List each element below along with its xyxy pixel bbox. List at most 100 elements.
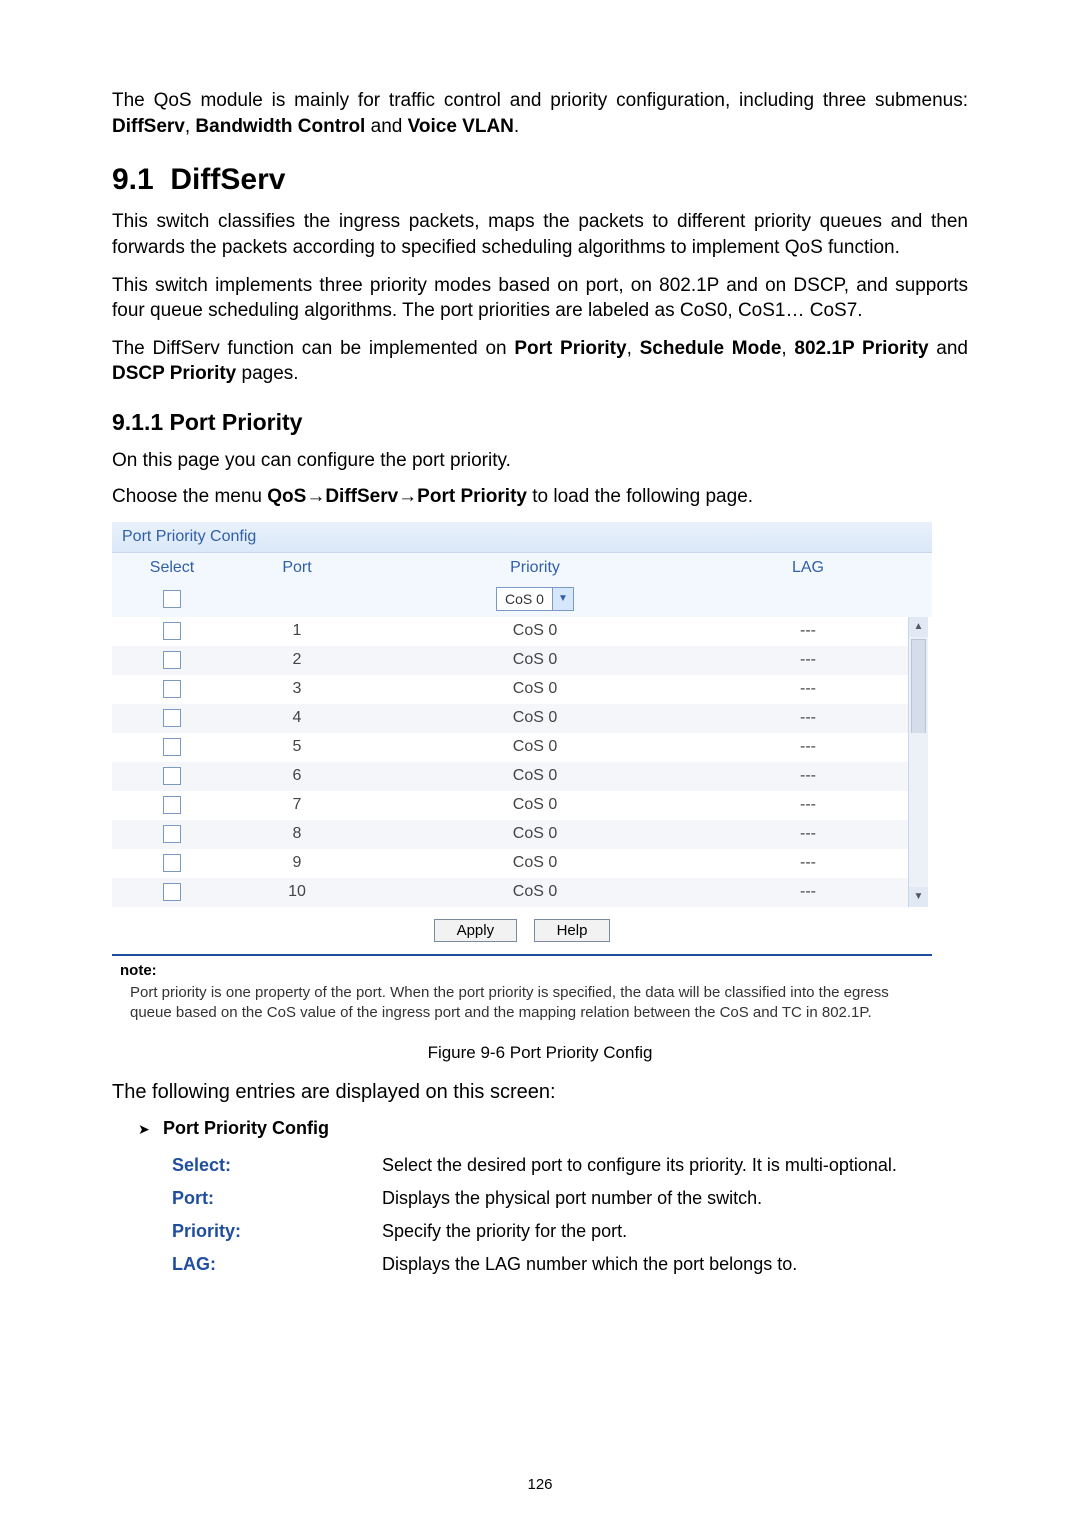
list-arrow-icon: ➤ — [138, 1121, 158, 1138]
diffserv-para-3: The DiffServ function can be implemented… — [112, 336, 968, 387]
legend-row: Priority:Specify the priority for the po… — [172, 1215, 907, 1248]
table-row: 9CoS 0--- — [112, 849, 932, 878]
cell-port: 2 — [232, 646, 362, 675]
cell-priority: CoS 0 — [362, 849, 708, 878]
text: to load the following page. — [532, 486, 753, 507]
submenu-voice-vlan: Voice VLAN — [408, 116, 514, 137]
row-select-checkbox[interactable] — [163, 622, 181, 640]
chevron-down-icon[interactable]: ▼ — [552, 588, 573, 610]
section-9-1-heading: 9.1 DiffServ — [112, 163, 968, 197]
subsection-number: 9.1.1 — [112, 409, 163, 435]
table-row: 6CoS 0--- — [112, 762, 932, 791]
cell-port: 10 — [232, 878, 362, 907]
row-select-checkbox[interactable] — [163, 738, 181, 756]
cell-priority: CoS 0 — [362, 762, 708, 791]
cell-priority: CoS 0 — [362, 878, 708, 907]
text: Choose the menu — [112, 486, 267, 507]
sep: and — [365, 116, 407, 137]
cell-port: 3 — [232, 675, 362, 704]
row-select-checkbox[interactable] — [163, 825, 181, 843]
page-number: 126 — [0, 1476, 1080, 1493]
row-select-checkbox[interactable] — [163, 680, 181, 698]
master-row: CoS 0 ▼ — [112, 583, 932, 617]
cell-port: 1 — [232, 617, 362, 646]
cell-lag: --- — [708, 617, 908, 646]
scroll-up-icon[interactable]: ▲ — [909, 617, 928, 637]
priority-select[interactable]: CoS 0 ▼ — [496, 587, 574, 611]
legend-desc: Specify the priority for the port. — [382, 1215, 907, 1248]
row-select-checkbox[interactable] — [163, 854, 181, 872]
scrollbar-upper[interactable]: ▲ — [908, 617, 932, 733]
table-row: 4CoS 0--- — [112, 704, 932, 733]
cell-lag: --- — [708, 646, 908, 675]
legend-table: Select:Select the desired port to config… — [172, 1149, 907, 1281]
legend-row: Port:Displays the physical port number o… — [172, 1182, 907, 1215]
help-button[interactable]: Help — [534, 919, 611, 942]
text: The DiffServ function can be implemented… — [112, 338, 514, 359]
note-label: note: — [120, 962, 932, 979]
legend-row: Select:Select the desired port to config… — [172, 1149, 907, 1182]
legend-key: Priority: — [172, 1215, 382, 1248]
cell-port: 8 — [232, 820, 362, 849]
cell-priority: CoS 0 — [362, 646, 708, 675]
cell-port: 9 — [232, 849, 362, 878]
cell-priority: CoS 0 — [362, 791, 708, 820]
row-select-checkbox[interactable] — [163, 767, 181, 785]
panel-title: Port Priority Config — [112, 522, 932, 553]
note-body: Port priority is one property of the por… — [130, 983, 922, 1024]
sep: , — [627, 338, 640, 359]
legend-key: Port: — [172, 1182, 382, 1215]
tail: . — [514, 116, 519, 137]
panel-divider — [112, 954, 932, 956]
sep: , — [185, 116, 196, 137]
cell-priority: CoS 0 — [362, 820, 708, 849]
table-row: 2CoS 0--- — [112, 646, 932, 675]
page-schedule-mode: Schedule Mode — [640, 338, 782, 359]
port-priority-intro: On this page you can configure the port … — [112, 448, 968, 474]
table-row: 10CoS 0--- — [112, 878, 932, 907]
table-row: 8CoS 0--- — [112, 820, 932, 849]
legend-desc: Displays the LAG number which the port b… — [382, 1248, 907, 1281]
diffserv-para-1: This switch classifies the ingress packe… — [112, 209, 968, 260]
sep: and — [929, 338, 968, 359]
cell-port: 5 — [232, 733, 362, 762]
col-header-scroll — [908, 553, 932, 583]
tail: pages. — [236, 363, 298, 384]
apply-button[interactable]: Apply — [434, 919, 518, 942]
cell-port: 7 — [232, 791, 362, 820]
cell-lag: --- — [708, 704, 908, 733]
row-select-checkbox[interactable] — [163, 651, 181, 669]
table-row: 5CoS 0---▼ — [112, 733, 932, 762]
table-row: 3CoS 0--- — [112, 675, 932, 704]
cell-lag: --- — [708, 849, 908, 878]
cell-lag: --- — [708, 791, 908, 820]
entries-intro-line: The following entries are displayed on t… — [112, 1081, 968, 1104]
col-header-priority: Priority — [362, 553, 708, 583]
scrollbar-lower[interactable]: ▼ — [908, 733, 932, 907]
document-page: The QoS module is mainly for traffic con… — [0, 0, 1080, 1527]
section-title: DiffServ — [170, 163, 285, 196]
cell-lag: --- — [708, 762, 908, 791]
figure-caption: Figure 9-6 Port Priority Config — [112, 1043, 968, 1063]
text: The QoS module is mainly for traffic con… — [112, 90, 968, 111]
cell-lag: --- — [708, 675, 908, 704]
section-9-1-1-heading: 9.1.1 Port Priority — [112, 409, 968, 436]
page-dscp-priority: DSCP Priority — [112, 363, 236, 384]
port-priority-config-panel: Port Priority Config Select Port Priorit… — [112, 522, 932, 1024]
row-select-checkbox[interactable] — [163, 709, 181, 727]
row-select-checkbox[interactable] — [163, 796, 181, 814]
port-priority-table: Select Port Priority LAG CoS 0 ▼ — [112, 553, 932, 907]
panel-button-row: Apply Help — [112, 907, 932, 952]
select-all-checkbox[interactable] — [163, 590, 181, 608]
table-header-row: Select Port Priority LAG — [112, 553, 932, 583]
col-header-lag: LAG — [708, 553, 908, 583]
section-number: 9.1 — [112, 163, 154, 196]
submenu-diffserv: DiffServ — [112, 116, 185, 137]
cell-port: 6 — [232, 762, 362, 791]
menu-path: QoS→DiffServ→Port Priority — [267, 486, 527, 507]
row-select-checkbox[interactable] — [163, 883, 181, 901]
scroll-down-icon[interactable]: ▼ — [909, 887, 928, 907]
legend-key: LAG: — [172, 1248, 382, 1281]
diffserv-para-2: This switch implements three priority mo… — [112, 273, 968, 324]
legend-row: LAG:Displays the LAG number which the po… — [172, 1248, 907, 1281]
